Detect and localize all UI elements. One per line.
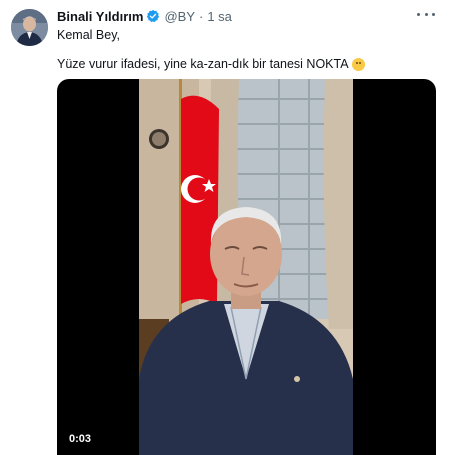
- tweet-text-line-1: Kemal Bey,: [57, 28, 120, 42]
- tweet-header: Binali Yıldırım @BY · 1 sa: [57, 8, 232, 24]
- separator-dot: ·: [199, 8, 204, 24]
- author-name[interactable]: Binali Yıldırım: [57, 9, 143, 24]
- tweet-text-line-2: Yüze vurur ifadesi, yine ka-zan-dık bir …: [57, 57, 365, 71]
- avatar[interactable]: [11, 9, 48, 46]
- video-frame: [139, 79, 353, 455]
- tweet-card[interactable]: Binali Yıldırım @BY · 1 sa Kemal Bey, Yü…: [0, 0, 459, 455]
- verified-badge-icon: [146, 9, 160, 23]
- video-player[interactable]: 0:03: [57, 79, 436, 455]
- slightly-smiling-face-icon: [351, 57, 365, 71]
- tweet-text: Yüze vurur ifadesi, yine ka-zan-dık bir …: [57, 57, 349, 71]
- more-options-icon[interactable]: [417, 9, 435, 19]
- video-duration: 0:03: [69, 433, 92, 445]
- author-handle[interactable]: @BY: [164, 9, 195, 24]
- timestamp[interactable]: 1 sa: [207, 9, 232, 24]
